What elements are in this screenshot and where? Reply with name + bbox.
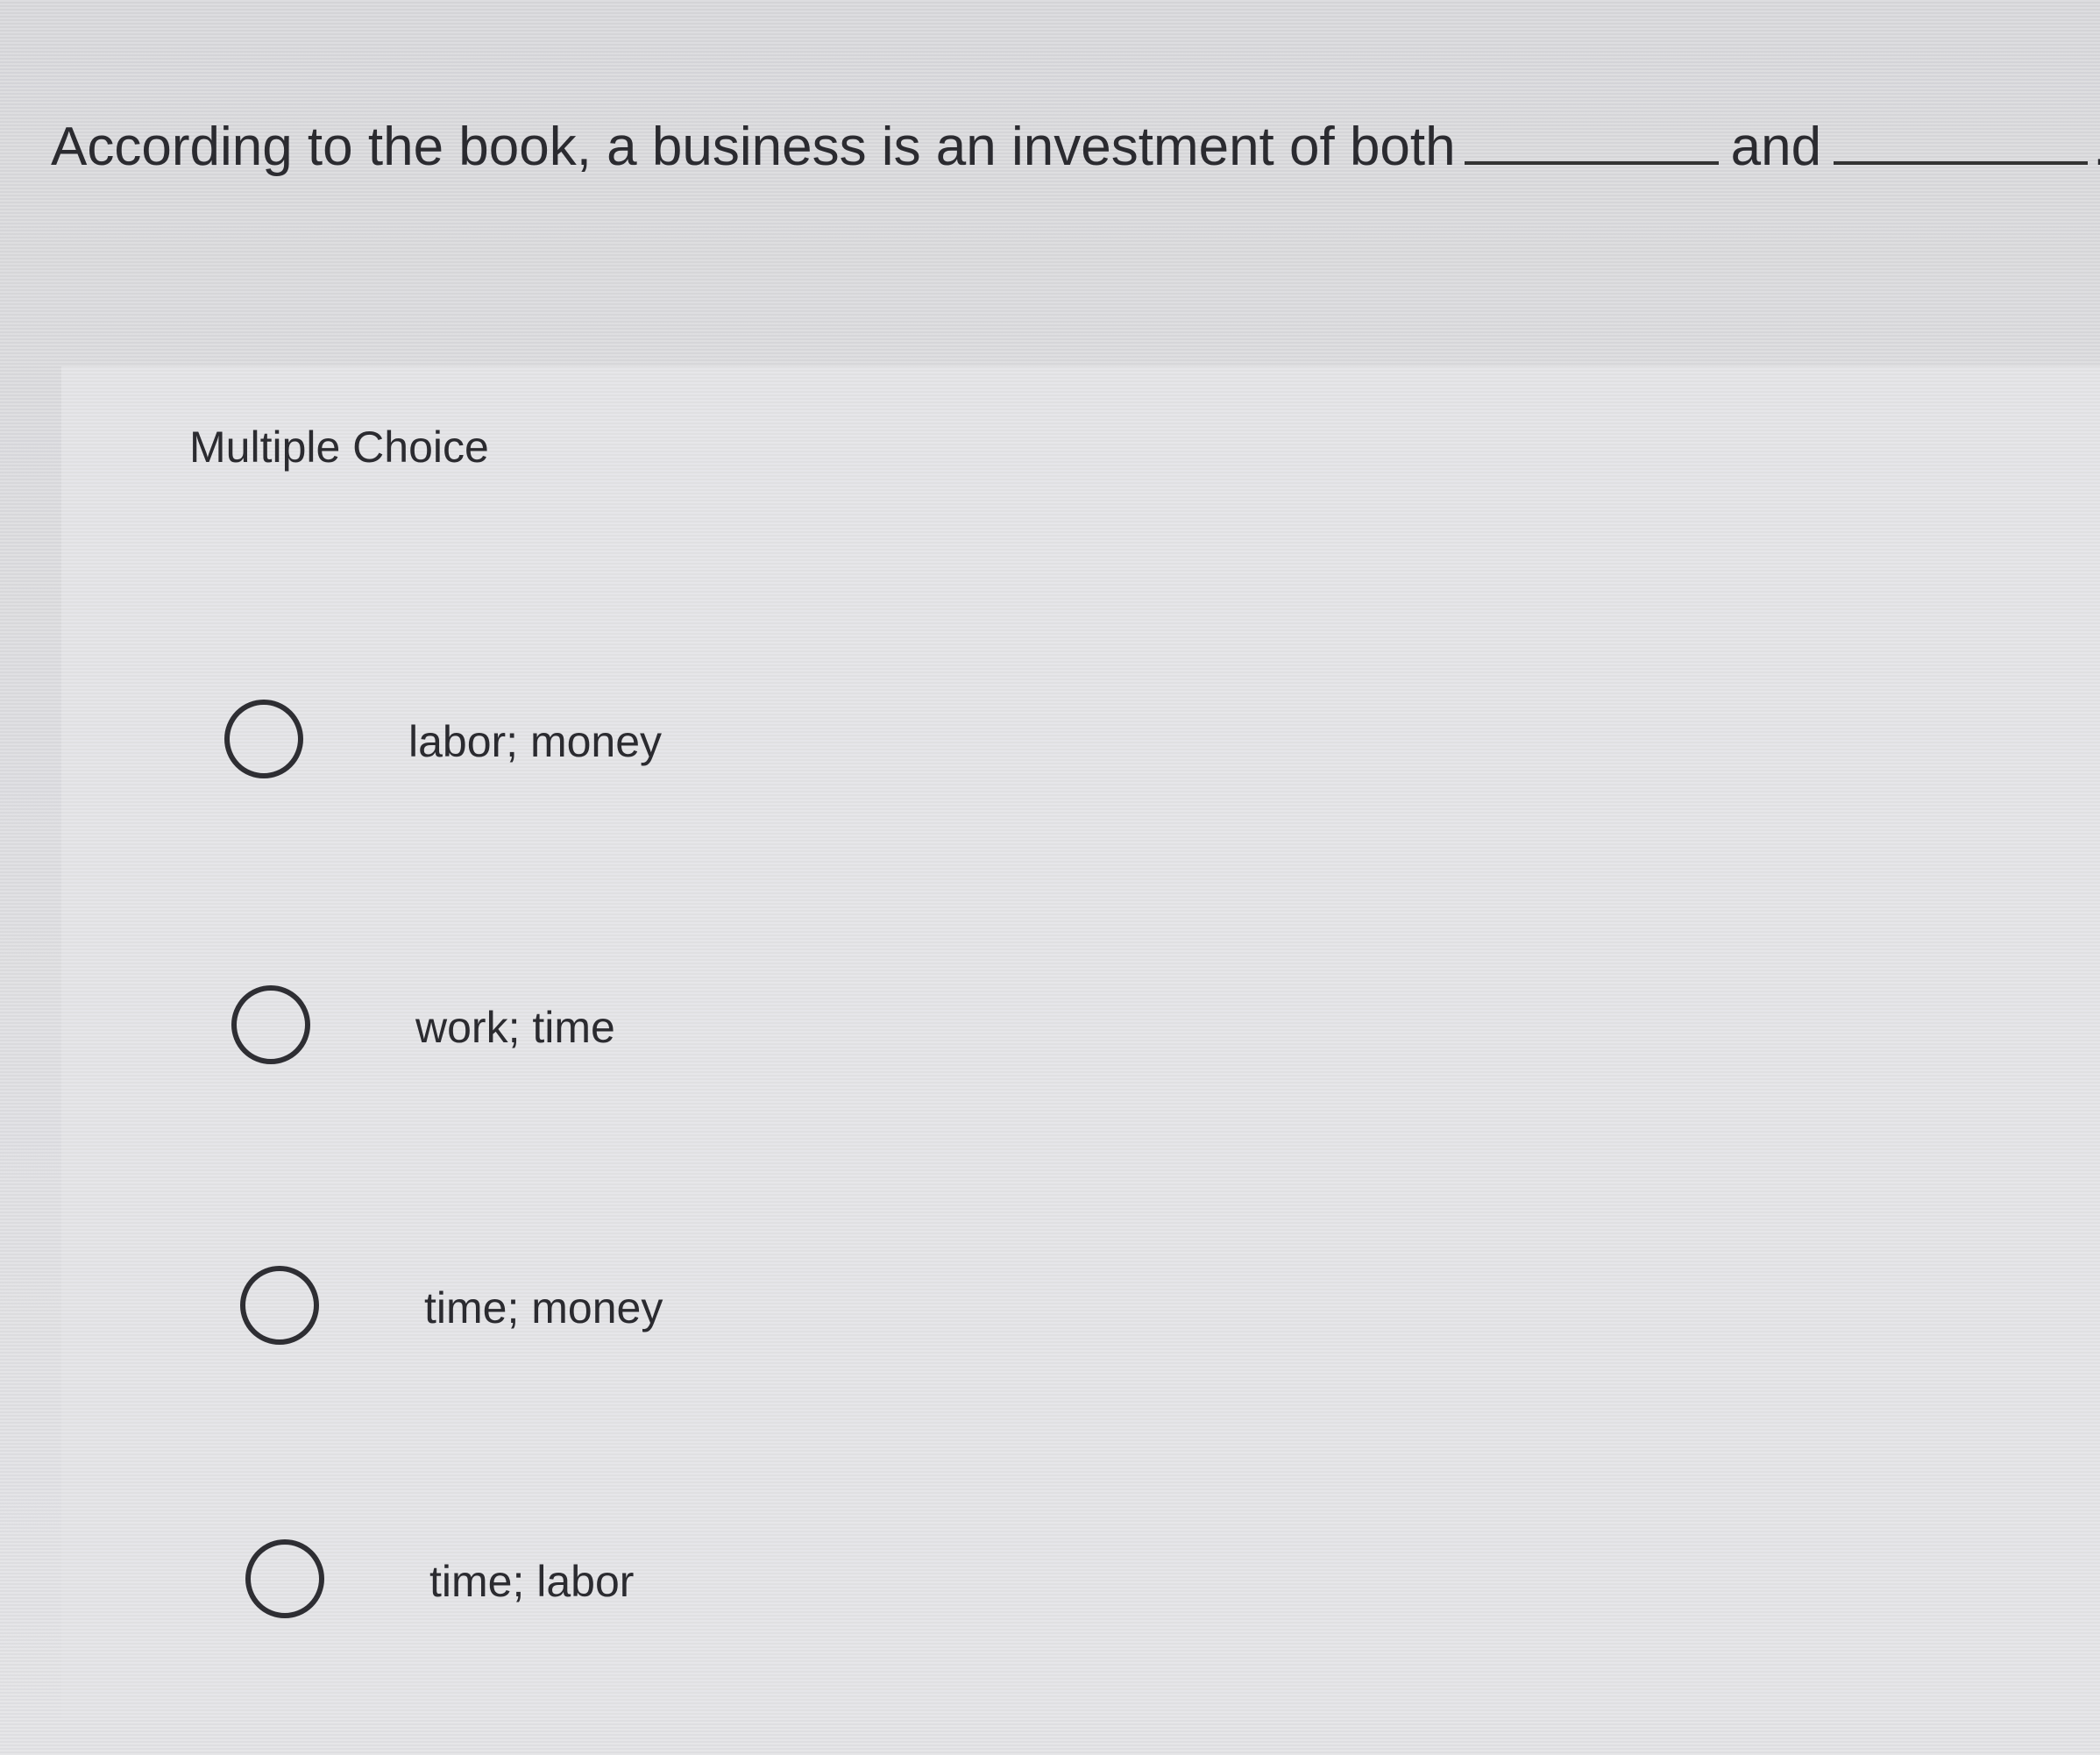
answer-panel: Multiple Choice labor; money work; time … xyxy=(61,366,2100,1720)
radio-button-icon[interactable] xyxy=(224,700,303,778)
answer-option[interactable]: labor; money xyxy=(224,700,1013,796)
answer-option-label: work; time xyxy=(415,1003,615,1052)
radio-button-icon[interactable] xyxy=(245,1539,324,1618)
question-text: According to the book, a business is an … xyxy=(51,112,2100,182)
question-suffix: . xyxy=(2093,117,2100,177)
answer-option-label: time; money xyxy=(424,1283,663,1332)
question-connector: and xyxy=(1730,117,1822,177)
answer-option[interactable]: time; money xyxy=(240,1266,1029,1362)
answer-option-label: labor; money xyxy=(408,717,663,766)
answer-option[interactable]: time; labor xyxy=(245,1539,1034,1636)
radio-button-icon[interactable] xyxy=(240,1266,319,1345)
answer-option-label: time; labor xyxy=(429,1557,635,1606)
question-prefix: According to the book, a business is an … xyxy=(51,117,1456,177)
radio-button-icon[interactable] xyxy=(231,985,310,1064)
answer-blank-2 xyxy=(1834,112,2089,165)
section-label: Multiple Choice xyxy=(189,423,489,472)
answer-blank-1 xyxy=(1464,112,1719,165)
answer-option[interactable]: work; time xyxy=(231,985,1020,1082)
